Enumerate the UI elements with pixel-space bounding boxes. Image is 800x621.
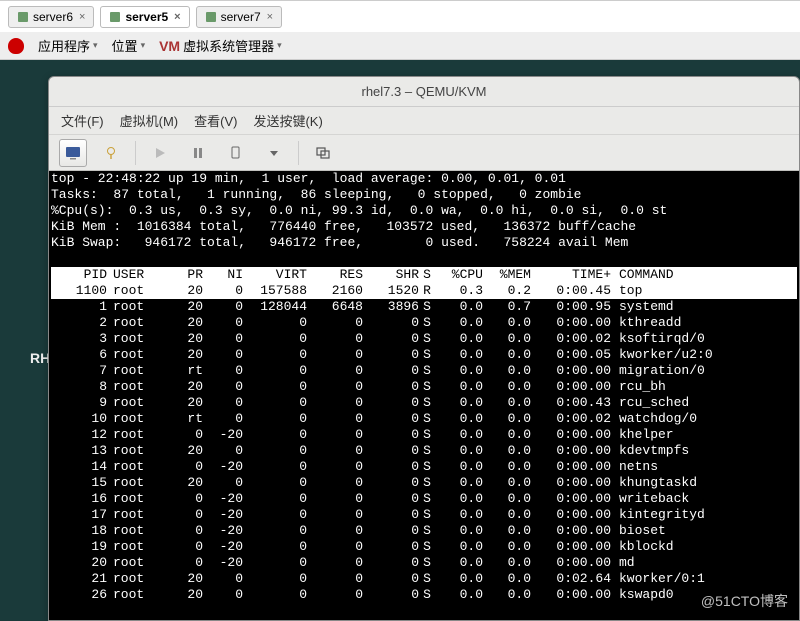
shutdown-button[interactable] bbox=[222, 139, 250, 167]
vmm-window: rhel7.3 – QEMU/KVM 文件(F) 虚拟机(M) 查看(V) 发送… bbox=[48, 76, 800, 621]
console-button[interactable] bbox=[59, 139, 87, 167]
top-summary-line: KiB Mem : 1016384 total, 776440 free, 10… bbox=[51, 219, 797, 235]
process-row: 17root0-20000S0.00.00:00.00kintegrityd bbox=[51, 507, 797, 523]
process-row: 12root0-20000S0.00.00:00.00khelper bbox=[51, 427, 797, 443]
fullscreen-button[interactable] bbox=[309, 139, 337, 167]
toolbar-separator bbox=[135, 141, 136, 165]
close-tab-icon[interactable]: × bbox=[174, 11, 180, 23]
vmm-menubar: 文件(F) 虚拟机(M) 查看(V) 发送按键(K) bbox=[49, 107, 799, 135]
process-row: 7rootrt0000S0.00.00:00.00migration/0 bbox=[51, 363, 797, 379]
vmm-toolbar bbox=[49, 135, 799, 171]
page-icon bbox=[205, 11, 217, 23]
browser-tab[interactable]: server6× bbox=[8, 6, 94, 28]
vmm-icon: VM bbox=[159, 38, 180, 54]
process-row: 26root200000S0.00.00:00.00kswapd0 bbox=[51, 587, 797, 603]
process-row: 10rootrt0000S0.00.00:00.02watchdog/0 bbox=[51, 411, 797, 427]
pause-button[interactable] bbox=[184, 139, 212, 167]
menu-places[interactable]: 位置▾ bbox=[112, 36, 146, 55]
top-header: PIDUSERPRNIVIRTRESSHRS%CPU%MEMTIME+COMMA… bbox=[51, 267, 797, 283]
shutdown-dropdown[interactable] bbox=[260, 139, 288, 167]
browser-tab[interactable]: server7× bbox=[196, 6, 282, 28]
process-row: 20root0-20000S0.00.00:00.00md bbox=[51, 555, 797, 571]
process-row: 2root200000S0.00.00:00.00kthreadd bbox=[51, 315, 797, 331]
close-tab-icon[interactable]: × bbox=[267, 11, 273, 23]
browser-tab[interactable]: server5× bbox=[100, 6, 189, 28]
browser-tab-strip: server6× server5× server7× bbox=[0, 0, 800, 32]
gnome-top-bar: 应用程序▾ 位置▾ VM虚拟系统管理器▾ bbox=[0, 32, 800, 60]
process-row: 9root200000S0.00.00:00.43rcu_sched bbox=[51, 395, 797, 411]
details-button[interactable] bbox=[97, 139, 125, 167]
top-summary-line: %Cpu(s): 0.3 us, 0.3 sy, 0.0 ni, 99.3 id… bbox=[51, 203, 797, 219]
process-row: 6root200000S0.00.00:00.05kworker/u2:0 bbox=[51, 347, 797, 363]
redhat-logo-icon bbox=[8, 38, 24, 54]
menu-file[interactable]: 文件(F) bbox=[61, 111, 104, 130]
chevron-down-icon: ▾ bbox=[141, 40, 146, 51]
process-row: 1root20012804466483896S0.00.70:00.95syst… bbox=[51, 299, 797, 315]
process-row: 13root200000S0.00.00:00.00kdevtmpfs bbox=[51, 443, 797, 459]
chevron-down-icon: ▾ bbox=[93, 40, 98, 51]
process-row: 1100root20015758821601520R0.30.20:00.45t… bbox=[51, 283, 797, 299]
top-summary-line: top - 22:48:22 up 19 min, 1 user, load a… bbox=[51, 171, 797, 187]
process-row: 16root0-20000S0.00.00:00.00writeback bbox=[51, 491, 797, 507]
process-row: 15root200000S0.00.00:00.00khungtaskd bbox=[51, 475, 797, 491]
process-row: 3root200000S0.00.00:00.02ksoftirqd/0 bbox=[51, 331, 797, 347]
guest-console[interactable]: top - 22:48:22 up 19 min, 1 user, load a… bbox=[49, 171, 799, 620]
top-summary-line: KiB Swap: 946172 total, 946172 free, 0 u… bbox=[51, 235, 797, 251]
process-row: 14root0-20000S0.00.00:00.00netns bbox=[51, 459, 797, 475]
page-icon bbox=[109, 11, 121, 23]
close-tab-icon[interactable]: × bbox=[79, 11, 85, 23]
page-icon bbox=[17, 11, 29, 23]
top-summary-line: Tasks: 87 total, 1 running, 86 sleeping,… bbox=[51, 187, 797, 203]
watermark: @51CTO博客 bbox=[701, 591, 788, 611]
process-row: 21root200000S0.00.00:02.64kworker/0:1 bbox=[51, 571, 797, 587]
chevron-down-icon: ▾ bbox=[277, 40, 282, 51]
menu-applications[interactable]: 应用程序▾ bbox=[38, 36, 98, 55]
menu-vm[interactable]: 虚拟机(M) bbox=[120, 111, 179, 130]
process-row: 8root200000S0.00.00:00.00rcu_bh bbox=[51, 379, 797, 395]
toolbar-separator bbox=[298, 141, 299, 165]
run-button[interactable] bbox=[146, 139, 174, 167]
menu-vmm[interactable]: VM虚拟系统管理器▾ bbox=[159, 36, 282, 55]
window-title: rhel7.3 – QEMU/KVM bbox=[49, 77, 799, 107]
process-row: 19root0-20000S0.00.00:00.00kblockd bbox=[51, 539, 797, 555]
menu-view[interactable]: 查看(V) bbox=[194, 111, 237, 130]
menu-sendkeys[interactable]: 发送按键(K) bbox=[253, 111, 322, 130]
process-row: 18root0-20000S0.00.00:00.00bioset bbox=[51, 523, 797, 539]
